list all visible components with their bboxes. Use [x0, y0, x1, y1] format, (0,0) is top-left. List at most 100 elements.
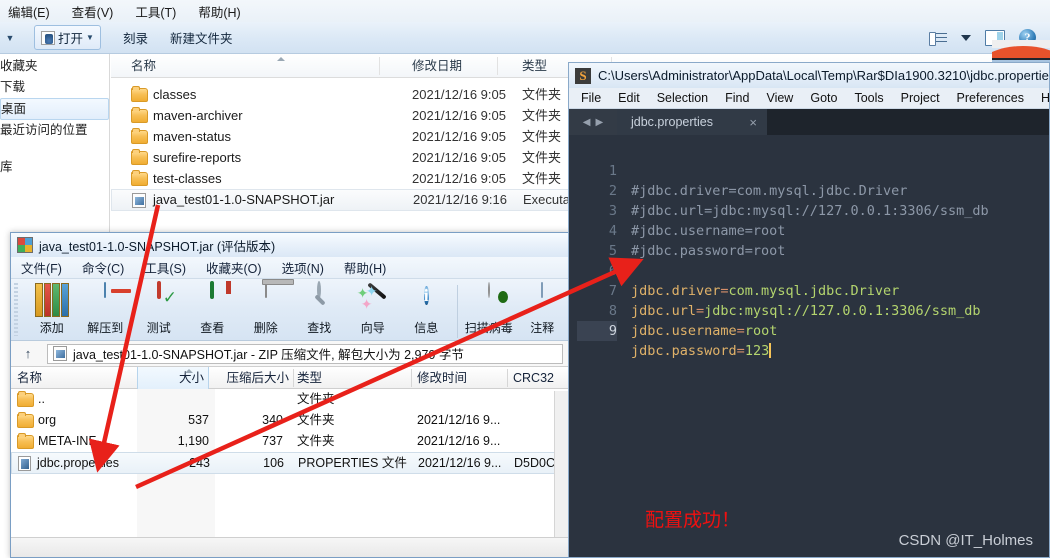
menu-edit[interactable]: 编辑(E) [8, 2, 50, 21]
archive-path-label: java_test01-1.0-SNAPSHOT.jar - ZIP 压缩文件,… [73, 348, 464, 362]
column-header-date-modified[interactable]: 修改日期 [412, 54, 462, 78]
winrar-add-button[interactable]: 添加 [25, 283, 79, 336]
add-archive-icon [34, 283, 69, 317]
sublime-menu-file[interactable]: File [581, 91, 601, 105]
code-line: 4 #jdbc.password=root [577, 201, 1049, 259]
winrar-info-button[interactable]: i 信息 [400, 283, 454, 336]
winrar-menu-favorites[interactable]: 收藏夹(O) [206, 258, 262, 277]
header-divider[interactable] [497, 57, 498, 75]
sublime-editor-area[interactable]: 1 #jdbc.driver=com.mysql.jdbc.Driver 2 #… [569, 135, 1049, 557]
code-line: 5 [577, 221, 1049, 259]
winrar-wizard-button[interactable]: 向导 [346, 283, 400, 336]
winrar-titlebar[interactable]: java_test01-1.0-SNAPSHOT.jar (评估版本) [11, 233, 569, 257]
winrar-extract-button[interactable]: 解压到 [79, 282, 133, 336]
wr-name-cell: .. [17, 389, 45, 410]
wr-type-cell: PROPERTIES 文件 [298, 456, 407, 470]
sidebar-item-desktop[interactable]: 桌面 [0, 98, 109, 120]
wr-column-packed[interactable]: 压缩后大小 [217, 367, 289, 389]
sidebar-item-recent-places[interactable]: 最近访问的位置 [0, 120, 109, 141]
line-text: jdbc.password=123 [631, 341, 772, 361]
wr-column-type[interactable]: 类型 [297, 367, 322, 389]
open-dropdown-icon[interactable]: ▼ [86, 33, 94, 42]
table-row[interactable]: org 537 340 文件夹 2021/12/16 9... [11, 410, 569, 431]
tab-jdbc-properties[interactable]: jdbc.properties × [617, 109, 767, 135]
header-divider[interactable] [379, 57, 380, 75]
winrar-menu-tools[interactable]: 工具(S) [144, 258, 186, 277]
up-one-level-icon[interactable]: ↑ [17, 346, 39, 361]
wr-column-name[interactable]: 名称 [17, 367, 42, 389]
wr-type-cell: 文件夹 [297, 392, 335, 406]
chevron-right-icon[interactable]: ▶ [596, 117, 604, 128]
prop-key: jdbc.password [631, 343, 737, 359]
table-row[interactable]: META-INF 1,190 737 文件夹 2021/12/16 9... [11, 431, 569, 452]
sublime-titlebar[interactable]: S C:\Users\Administrator\AppData\Local\T… [569, 63, 1049, 88]
toolbar-grip[interactable] [14, 283, 18, 336]
sublime-menu-preferences[interactable]: Preferences [957, 91, 1024, 105]
sublime-menu-selection[interactable]: Selection [657, 91, 708, 105]
annotation-text: 配置成功！ [645, 509, 741, 531]
sidebar-item-favorites[interactable]: 收藏夹 [0, 56, 109, 77]
winrar-delete-button[interactable]: 删除 [239, 282, 293, 336]
text-cursor [769, 343, 772, 358]
sublime-menu-help[interactable]: Help [1041, 91, 1049, 105]
chevron-down-icon[interactable] [961, 34, 971, 41]
wr-column-crc32[interactable]: CRC32 [513, 367, 554, 389]
winrar-test-button[interactable]: 测试 [132, 281, 186, 336]
winrar-icon [17, 237, 33, 253]
file-type-cell: 文件夹 [522, 129, 562, 144]
winrar-vertical-scrollbar[interactable] [554, 391, 569, 537]
winrar-view-button[interactable]: 查看 [186, 281, 240, 336]
table-row[interactable]: .. 文件夹 [11, 389, 569, 410]
sublime-menu-goto[interactable]: Goto [810, 91, 837, 105]
test-archive-icon [142, 281, 176, 317]
file-type-cell: 文件夹 [522, 171, 562, 186]
file-date-cell: 2021/12/16 9:05 [412, 87, 506, 102]
close-icon[interactable]: × [749, 115, 757, 130]
new-folder-button[interactable]: 新建文件夹 [170, 28, 233, 47]
burn-button[interactable]: 刻录 [123, 28, 148, 47]
open-button[interactable]: 打开 ▼ [34, 25, 101, 50]
tab-nav-buttons[interactable]: ◀ ▶ [569, 109, 617, 135]
sublime-menu-tools[interactable]: Tools [854, 91, 883, 105]
column-header-type[interactable]: 类型 [522, 54, 547, 78]
sublime-menu-project[interactable]: Project [901, 91, 940, 105]
winrar-menu-options[interactable]: 选项(N) [282, 258, 324, 277]
change-view-icon[interactable] [929, 31, 947, 46]
chevron-down-icon[interactable]: ▼ [2, 33, 18, 43]
wr-name-cell: META-INF [17, 431, 96, 452]
winrar-virusscan-button[interactable]: 扫描病毒 [462, 282, 516, 336]
winrar-comment-button[interactable]: 注释 [515, 282, 569, 336]
winrar-add-label: 添加 [39, 321, 64, 335]
winrar-comment-label: 注释 [530, 321, 555, 335]
chevron-left-icon[interactable]: ◀ [583, 117, 591, 128]
file-date-cell: 2021/12/16 9:05 [412, 108, 506, 123]
winrar-menu-file[interactable]: 文件(F) [21, 258, 62, 277]
menu-view[interactable]: 查看(V) [72, 2, 114, 21]
sublime-tabbar: ◀ ▶ jdbc.properties × [569, 109, 1049, 135]
sublime-menubar: File Edit Selection Find View Goto Tools… [569, 88, 1049, 109]
winrar-info-label: 信息 [414, 321, 439, 335]
sidebar-item-downloads[interactable]: 下载 [0, 77, 109, 98]
menu-tools[interactable]: 工具(T) [135, 2, 176, 21]
archive-path-display[interactable]: java_test01-1.0-SNAPSHOT.jar - ZIP 压缩文件,… [47, 343, 563, 364]
wr-name-label: jdbc.properties [37, 456, 119, 470]
winrar-menu-commands[interactable]: 命令(C) [82, 258, 124, 277]
winrar-menu-help[interactable]: 帮助(H) [344, 258, 386, 277]
sidebar-item-truncated[interactable]: 库 [0, 157, 109, 178]
menu-help[interactable]: 帮助(H) [198, 2, 240, 21]
sublime-menu-view[interactable]: View [766, 91, 793, 105]
sublime-menu-edit[interactable]: Edit [618, 91, 640, 105]
code-content: 1 #jdbc.driver=com.mysql.jdbc.Driver 2 #… [577, 135, 1049, 557]
winrar-menubar: 文件(F) 命令(C) 工具(S) 收藏夹(O) 选项(N) 帮助(H) [11, 257, 569, 279]
sublime-menu-find[interactable]: Find [725, 91, 749, 105]
winrar-column-headers: 名称 大小 压缩后大小 类型 修改时间 CRC32 [11, 367, 569, 389]
wr-column-size[interactable]: 大小 [137, 367, 209, 389]
wr-column-modified[interactable]: 修改时间 [417, 367, 467, 389]
winrar-toolbar: 添加 解压到 测试 查看 删除 查找 [11, 279, 569, 341]
file-name-cell: java_test01-1.0-SNAPSHOT.jar [132, 190, 334, 210]
table-row-selected[interactable]: jdbc.properties 243 106 PROPERTIES 文件 20… [11, 452, 569, 474]
winrar-find-button[interactable]: 查找 [293, 281, 347, 336]
column-header-name[interactable]: 名称 [131, 54, 156, 78]
file-name-label: classes [153, 87, 197, 102]
